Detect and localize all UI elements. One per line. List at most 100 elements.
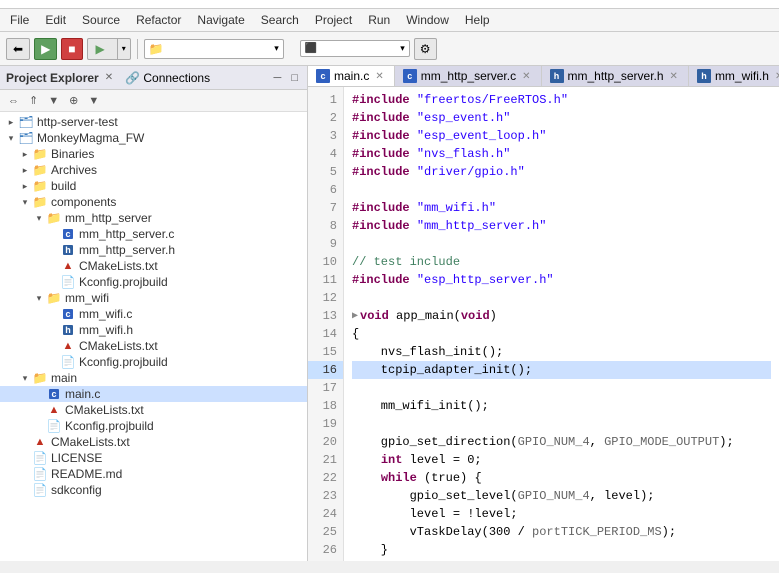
tree-label-monkeymagma-fw: MonkeyMagma_FW: [37, 131, 144, 145]
line-num-26: 26: [308, 541, 343, 559]
menu-item-help[interactable]: Help: [459, 11, 496, 29]
tree-item-kconfig2[interactable]: 📄 Kconfig.projbuild: [0, 354, 307, 370]
code-content[interactable]: #include "freertos/FreeRTOS.h"#include "…: [344, 87, 779, 561]
tree-item-components[interactable]: ▾ 📁 components: [0, 194, 307, 210]
menu-item-run[interactable]: Run: [362, 11, 396, 29]
collapse-all-btn[interactable]: ⇔: [4, 93, 23, 109]
back-button[interactable]: ⬅: [6, 38, 30, 60]
line-num-1: 1: [308, 91, 343, 109]
board-icon: ⬛: [305, 43, 317, 54]
line-num-2: 2: [308, 109, 343, 127]
tab-close-mm_http_server-h[interactable]: ✕: [668, 71, 680, 82]
tab-mm_http_server-h[interactable]: h mm_http_server.h ✕: [542, 66, 689, 86]
code-line-27: }: [352, 559, 771, 561]
tree-item-main-dir[interactable]: ▾ 📁 main: [0, 370, 307, 386]
stop-button[interactable]: ■: [61, 38, 82, 60]
tree-item-mm_wifi-dir[interactable]: ▾ 📁 mm_wifi: [0, 290, 307, 306]
token: ): [490, 307, 497, 325]
run-dropdown[interactable]: ▶ ▾: [87, 38, 131, 60]
tree-item-license[interactable]: 📄 LICENSE: [0, 450, 307, 466]
tree-item-cmake2[interactable]: ▲ CMakeLists.txt: [0, 338, 307, 354]
tree-item-sdkconfig[interactable]: 📄 sdkconfig: [0, 482, 307, 498]
run-arrow-btn[interactable]: ▾: [118, 41, 130, 56]
code-line-20: gpio_set_direction(GPIO_NUM_4, GPIO_MODE…: [352, 433, 771, 451]
token: while: [381, 469, 417, 487]
token: "esp_event.h": [417, 109, 511, 127]
menu-item-window[interactable]: Window: [400, 11, 455, 29]
token: #include: [352, 109, 410, 127]
tree-icon-kconfig1: 📄: [60, 275, 76, 289]
tab-close-main-c[interactable]: ✕: [373, 71, 385, 82]
token: #include: [352, 217, 410, 235]
tab-mm_wifi-h[interactable]: h mm_wifi.h ✕: [689, 66, 779, 86]
tree-item-mm_wifi-c[interactable]: c mm_wifi.c: [0, 306, 307, 322]
tab-close-mm_http_server-c[interactable]: ✕: [520, 71, 532, 82]
code-line-17: [352, 379, 771, 397]
menu-item-source[interactable]: Source: [76, 11, 126, 29]
tree-label-binaries: Binaries: [51, 147, 94, 161]
token: "mm_http_server.h": [417, 217, 547, 235]
token: }: [352, 559, 359, 561]
code-editor[interactable]: 1234567891011121314151617181920212223242…: [308, 87, 779, 561]
view-menu-btn[interactable]: ▼: [84, 93, 103, 109]
token: [352, 451, 381, 469]
menu-item-search[interactable]: Search: [255, 11, 305, 29]
tab-icon-mm_http_server-h: h: [550, 69, 564, 83]
board-selector[interactable]: ⬛ ▾: [300, 40, 410, 57]
project-selector[interactable]: 📁 ▾: [144, 39, 284, 59]
explorer-close-icon[interactable]: ✕: [105, 72, 113, 83]
code-line-8: #include "mm_http_server.h": [352, 217, 771, 235]
maximize-btn[interactable]: □: [288, 71, 301, 85]
settings-button[interactable]: ⚙: [414, 38, 437, 60]
tree-item-monkeymagma-fw[interactable]: ▾ 🗂 MonkeyMagma_FW: [0, 130, 307, 146]
minimize-btn[interactable]: ─: [271, 71, 285, 85]
code-line-23: gpio_set_level(GPIO_NUM_4, level);: [352, 487, 771, 505]
code-line-18: mm_wifi_init();: [352, 397, 771, 415]
tree-item-cmake3[interactable]: ▲ CMakeLists.txt: [0, 402, 307, 418]
new-btn[interactable]: ⊕: [65, 92, 82, 109]
main-area: Project Explorer ✕ 🔗 Connections ─ □ ⇔ ⇑…: [0, 66, 779, 561]
tree-item-kconfig1[interactable]: 📄 Kconfig.projbuild: [0, 274, 307, 290]
tree-item-main-c[interactable]: c main.c: [0, 386, 307, 402]
token: [410, 145, 417, 163]
connections-tab[interactable]: 🔗 Connections: [125, 71, 210, 85]
tree-label-cmake3: CMakeLists.txt: [65, 403, 144, 417]
tree-item-mm_http_server-dir[interactable]: ▾ 📁 mm_http_server: [0, 210, 307, 226]
tab-close-mm_wifi-h[interactable]: ✕: [773, 71, 779, 82]
tab-main-c[interactable]: c main.c ✕: [308, 66, 395, 87]
link-editor-btn[interactable]: ⇑: [25, 92, 42, 109]
line-num-16: 16: [308, 361, 343, 379]
tree-item-archives[interactable]: ▸ 📁 Archives: [0, 162, 307, 178]
tree-icon-sdkconfig: 📄: [32, 483, 48, 497]
project-icon: 📁: [149, 42, 164, 56]
tree-item-readme[interactable]: 📄 README.md: [0, 466, 307, 482]
title-bar: [0, 0, 779, 9]
tree-item-mm_http_server-h[interactable]: h mm_http_server.h: [0, 242, 307, 258]
tree-item-mm_http_server-c[interactable]: c mm_http_server.c: [0, 226, 307, 242]
explorer-tab[interactable]: Project Explorer: [6, 71, 99, 85]
play-button[interactable]: ▶: [34, 38, 57, 60]
menu-item-file[interactable]: File: [4, 11, 35, 29]
tree-icon-cmake2: ▲: [60, 339, 76, 353]
code-line-3: #include "esp_event_loop.h": [352, 127, 771, 145]
filter-btn[interactable]: ▼: [44, 93, 63, 109]
menu-item-refactor[interactable]: Refactor: [130, 11, 187, 29]
tab-icon-mm_http_server-c: c: [403, 69, 417, 83]
tree-item-cmake-root[interactable]: ▲ CMakeLists.txt: [0, 434, 307, 450]
line-num-6: 6: [308, 181, 343, 199]
tree-label-main-dir: main: [51, 371, 77, 385]
run-button[interactable]: ▶: [88, 39, 118, 59]
tab-mm_http_server-c[interactable]: c mm_http_server.c ✕: [395, 66, 542, 86]
tree-item-build[interactable]: ▸ 📁 build: [0, 178, 307, 194]
tree-item-mm_wifi-h[interactable]: h mm_wifi.h: [0, 322, 307, 338]
tree-item-kconfig3[interactable]: 📄 Kconfig.projbuild: [0, 418, 307, 434]
menu-item-navigate[interactable]: Navigate: [191, 11, 250, 29]
tree-item-http-server-test[interactable]: ▸ 🗂 http-server-test: [0, 114, 307, 130]
tree-item-binaries[interactable]: ▸ 📁 Binaries: [0, 146, 307, 162]
project-dropdown-arrow: ▾: [274, 43, 279, 54]
tree-item-cmake1[interactable]: ▲ CMakeLists.txt: [0, 258, 307, 274]
tree-icon-cmake1: ▲: [60, 259, 76, 273]
menu-item-project[interactable]: Project: [309, 11, 358, 29]
menu-item-edit[interactable]: Edit: [39, 11, 72, 29]
tree-label-license: LICENSE: [51, 451, 102, 465]
